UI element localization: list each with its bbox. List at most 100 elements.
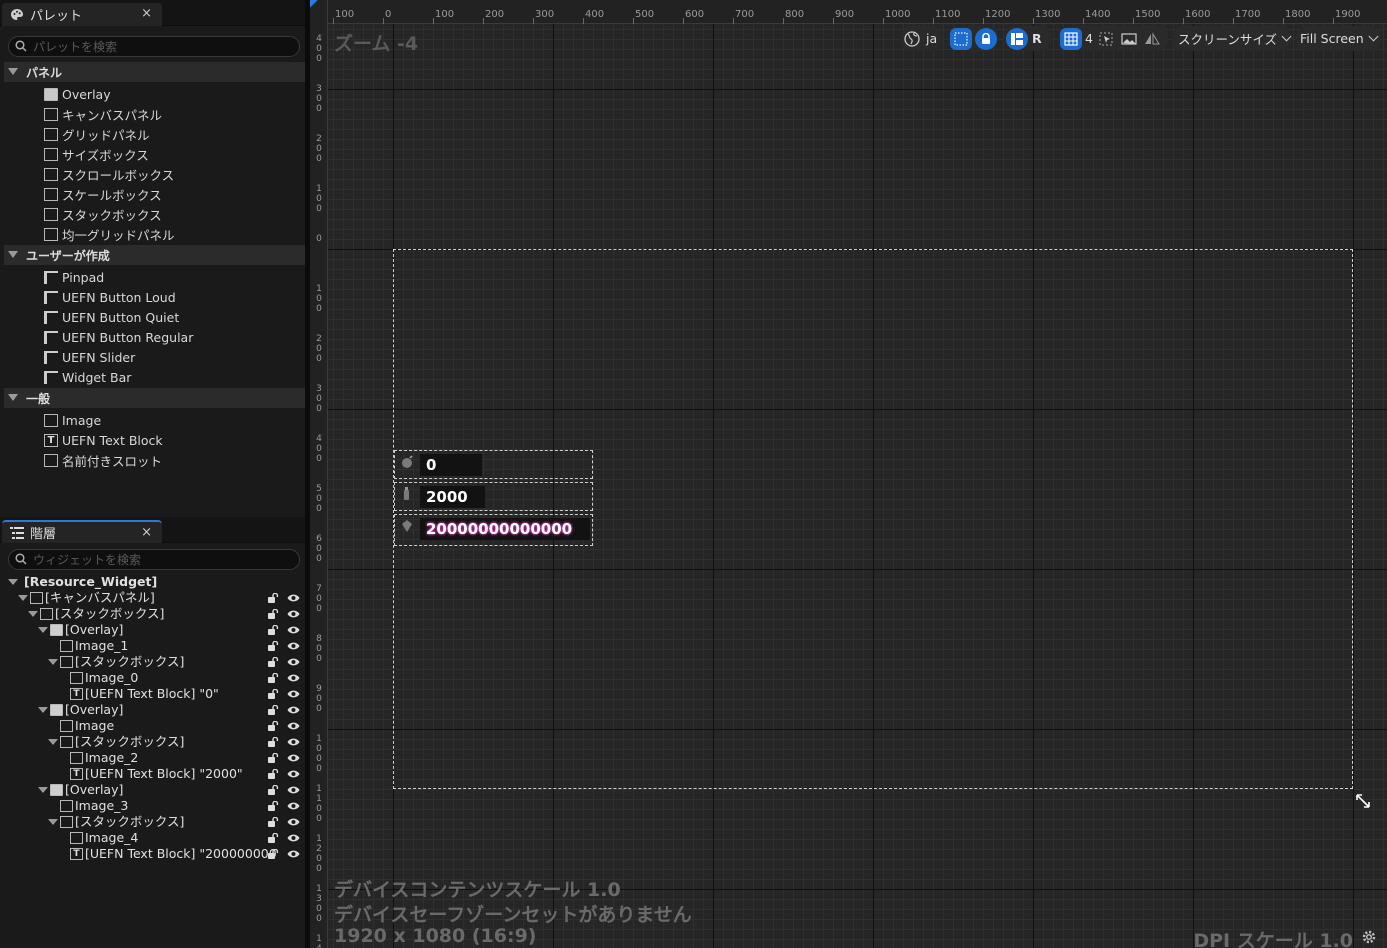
palette-item[interactable]: キャンバスパネル [44, 104, 162, 124]
eye-icon[interactable] [287, 737, 300, 747]
fill-screen-dropdown[interactable]: Fill Screen [1296, 26, 1381, 51]
layout-icon[interactable] [1006, 27, 1028, 50]
palette-item[interactable]: スクロールボックス [44, 164, 174, 184]
gear-icon[interactable] [1361, 929, 1377, 945]
eye-icon[interactable] [287, 721, 300, 731]
eye-icon[interactable] [287, 785, 300, 795]
eye-icon[interactable] [287, 849, 300, 859]
eye-icon[interactable] [287, 833, 300, 843]
palette-item[interactable]: UEFN Button Regular [44, 327, 193, 347]
unlock-icon[interactable] [268, 769, 279, 779]
dotted-frame-icon[interactable] [950, 27, 972, 50]
palette-item[interactable]: グリッドパネル [44, 124, 150, 144]
palette-item[interactable]: Overlay [44, 84, 111, 104]
unlock-icon[interactable] [268, 849, 279, 859]
unlock-icon[interactable] [268, 641, 279, 651]
expand-arrow-icon[interactable] [38, 627, 48, 633]
palette-category[interactable]: ユーザーが作成 [4, 245, 305, 265]
resource-row[interactable]: 20000000000000 [394, 514, 593, 546]
screen-size-dropdown[interactable]: スクリーンサイズ [1172, 26, 1292, 51]
hierarchy-row[interactable]: [キャンバスパネル] [0, 590, 305, 606]
palette-search[interactable] [8, 36, 300, 57]
palette-close-icon[interactable]: × [141, 6, 152, 21]
palette-item[interactable]: 均一グリッドパネル [44, 224, 175, 244]
unlock-icon[interactable] [268, 705, 279, 715]
eye-icon[interactable] [287, 673, 300, 683]
hierarchy-row[interactable]: Image [0, 718, 305, 734]
palette-item[interactable]: 名前付きスロット [44, 450, 162, 470]
unlock-icon[interactable] [268, 673, 279, 683]
unlock-icon[interactable] [268, 833, 279, 843]
unlock-icon[interactable] [268, 721, 279, 731]
expand-arrow-icon[interactable] [48, 659, 58, 665]
unlock-icon[interactable] [268, 785, 279, 795]
eye-icon[interactable] [287, 705, 300, 715]
hierarchy-row[interactable]: Image_1 [0, 638, 305, 654]
eye-icon[interactable] [287, 593, 300, 603]
unlock-icon[interactable] [268, 689, 279, 699]
palette-item[interactable]: UEFN Button Quiet [44, 307, 179, 327]
designer-canvas[interactable]: 100 0 100 200 300 400 500 600 700 800 900 1000 1100 1… [310, 0, 1387, 948]
palette-search-input[interactable] [33, 39, 273, 54]
lock-icon[interactable] [975, 27, 997, 50]
hierarchy-row[interactable]: [スタックボックス] [0, 814, 305, 830]
hierarchy-search-input[interactable] [33, 552, 273, 567]
palette-item[interactable]: サイズボックス [44, 144, 149, 164]
background-image-icon[interactable] [1119, 29, 1139, 49]
resource-row[interactable]: 0 [394, 450, 593, 479]
language-selector[interactable]: ja [900, 26, 942, 51]
expand-arrow-icon[interactable] [18, 595, 28, 601]
select-cursor-icon[interactable] [1096, 29, 1116, 49]
hierarchy-close-icon[interactable]: × [141, 525, 152, 540]
palette-item[interactable]: UEFN Button Loud [44, 287, 176, 307]
expand-arrow-icon[interactable] [48, 819, 58, 825]
eye-icon[interactable] [287, 817, 300, 827]
eye-icon[interactable] [287, 689, 300, 699]
eye-icon[interactable] [287, 609, 300, 619]
expand-arrow-icon[interactable] [38, 707, 48, 713]
resource-row[interactable]: 2000 [394, 482, 593, 511]
palette-item[interactable]: Widget Bar [44, 367, 131, 387]
expand-arrow-icon[interactable] [38, 787, 48, 793]
expand-arrow-icon[interactable] [8, 579, 18, 585]
respect-locks-button[interactable]: R [1032, 31, 1042, 46]
unlock-icon[interactable] [268, 593, 279, 603]
mirror-icon[interactable] [1142, 29, 1162, 49]
unlock-icon[interactable] [268, 657, 279, 667]
hierarchy-row[interactable]: [Overlay] [0, 782, 305, 798]
hierarchy-row[interactable]: [Resource_Widget] [0, 574, 305, 590]
eye-icon[interactable] [287, 625, 300, 635]
palette-item[interactable]: スケールボックス [44, 184, 162, 204]
unlock-icon[interactable] [268, 625, 279, 635]
unlock-icon[interactable] [268, 801, 279, 811]
palette-item[interactable]: Pinpad [44, 267, 104, 287]
hierarchy-row[interactable]: T [UEFN Text Block] "2000" [0, 766, 305, 782]
eye-icon[interactable] [287, 801, 300, 811]
hierarchy-row[interactable]: [Overlay] [0, 702, 305, 718]
hierarchy-row[interactable]: [Overlay] [0, 622, 305, 638]
hierarchy-row[interactable]: [スタックボックス] [0, 734, 305, 750]
hierarchy-search[interactable] [8, 549, 300, 570]
unlock-icon[interactable] [268, 737, 279, 747]
unlock-icon[interactable] [268, 817, 279, 827]
grid-size-value[interactable]: 4 [1085, 31, 1093, 46]
hierarchy-row[interactable]: T [UEFN Text Block] "0" [0, 686, 305, 702]
hierarchy-row[interactable]: Image_0 [0, 670, 305, 686]
palette-item[interactable]: UEFN Slider [44, 347, 135, 367]
unlock-icon[interactable] [268, 753, 279, 763]
eye-icon[interactable] [287, 769, 300, 779]
expand-arrow-icon[interactable] [28, 611, 38, 617]
hierarchy-row[interactable]: Image_3 [0, 798, 305, 814]
palette-item[interactable]: スタックボックス [44, 204, 162, 224]
hierarchy-row[interactable]: Image_4 [0, 830, 305, 846]
hierarchy-row[interactable]: [スタックボックス] [0, 654, 305, 670]
tab-palette[interactable]: パレット × [2, 3, 162, 26]
palette-category[interactable]: パネル [4, 62, 305, 82]
expand-arrow-icon[interactable] [48, 739, 58, 745]
eye-icon[interactable] [287, 753, 300, 763]
hierarchy-row[interactable]: T [UEFN Text Block] "200000000 [0, 846, 305, 862]
tab-hierarchy[interactable]: 階層 × [2, 520, 162, 543]
unlock-icon[interactable] [268, 609, 279, 619]
eye-icon[interactable] [287, 641, 300, 651]
eye-icon[interactable] [287, 657, 300, 667]
